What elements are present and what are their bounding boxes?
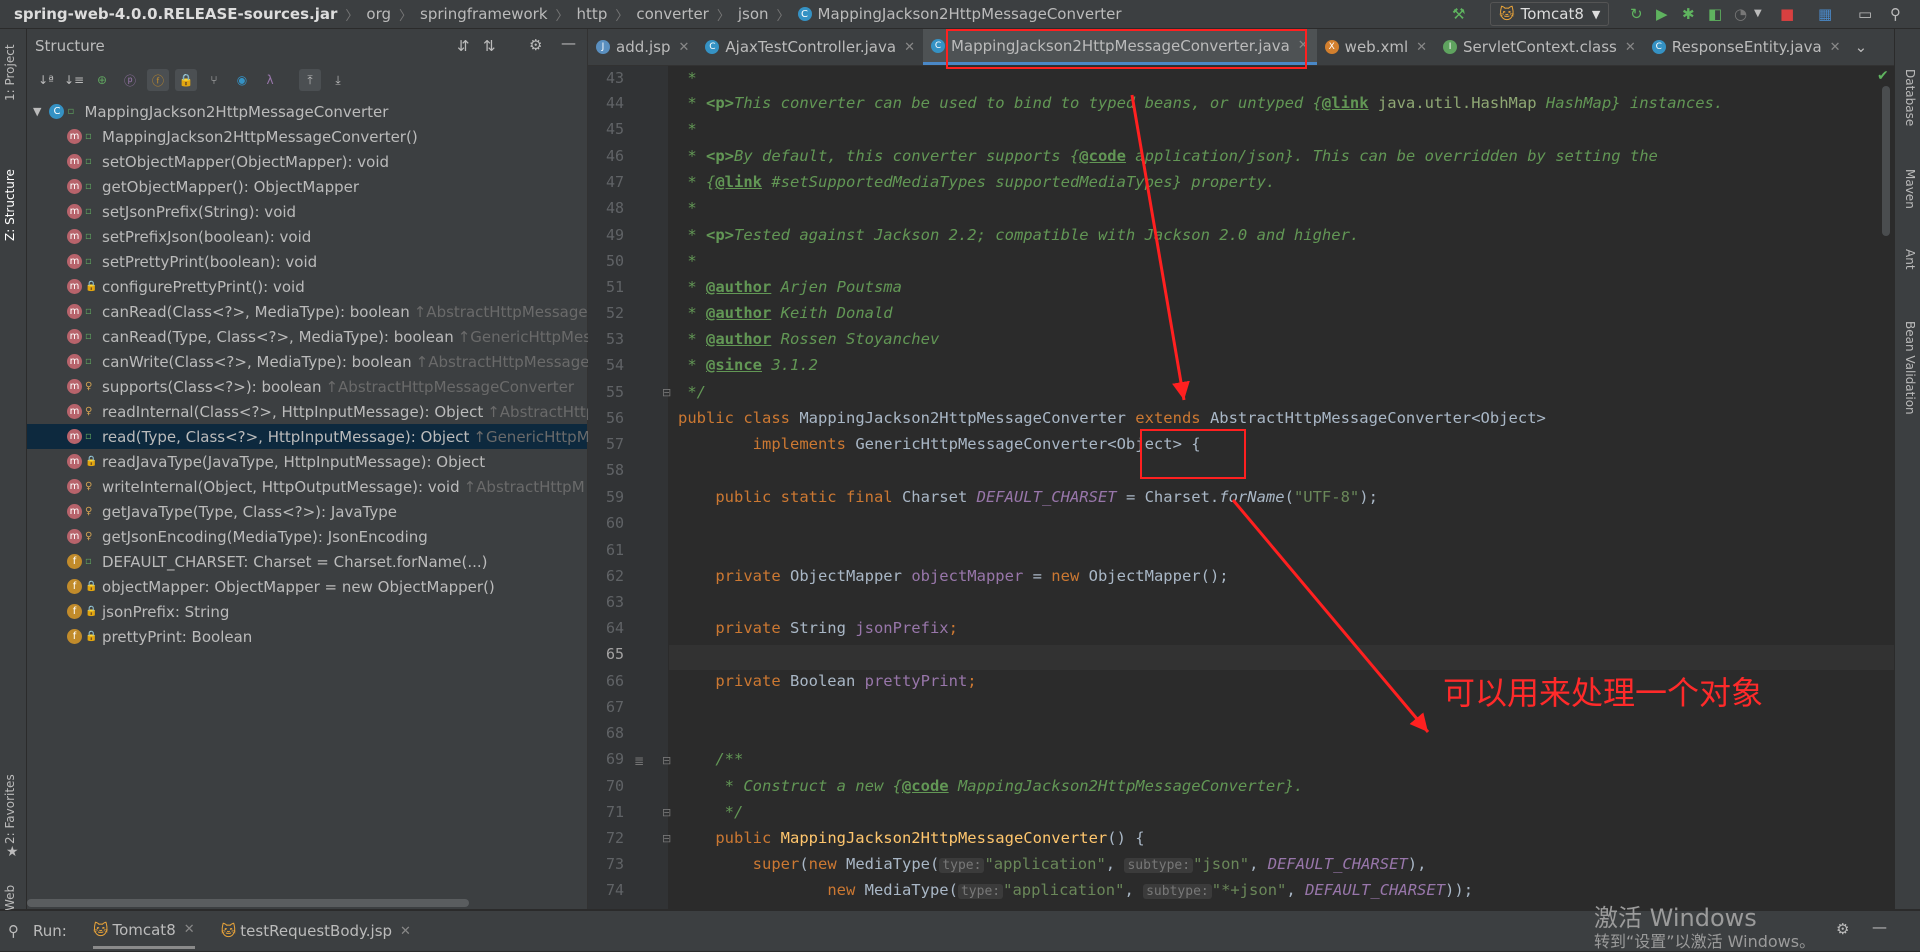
close-icon[interactable]: ✕ [184, 922, 195, 937]
tomcat-icon: 🐱 [220, 922, 237, 940]
annotation-note: 可以用来处理一个对象 [1443, 674, 1764, 712]
windows-watermark-subtitle: 转到“设置”以激活 Windows。 [1594, 932, 1816, 951]
run-tab-label: Tomcat8 [112, 920, 176, 939]
arrow-to-extends [1130, 94, 1190, 401]
run-tab-testrequestbody[interactable]: 🐱 testRequestBody.jsp ✕ [221, 922, 411, 940]
run-tab-label: testRequestBody.jsp [240, 922, 393, 940]
gear-icon[interactable]: ⚙ [1836, 920, 1849, 938]
run-window-icon: ⚲ [8, 922, 19, 940]
minimize-icon[interactable]: — [1872, 918, 1887, 936]
arrow-to-note [1231, 499, 1430, 733]
tomcat-icon: 🐱 [92, 920, 109, 939]
run-label: Run: [33, 922, 67, 940]
annotation-arrows [1130, 94, 1430, 733]
run-tab-tomcat[interactable]: 🐱 Tomcat8 ✕ [92, 914, 195, 949]
close-icon[interactable]: ✕ [400, 924, 411, 939]
